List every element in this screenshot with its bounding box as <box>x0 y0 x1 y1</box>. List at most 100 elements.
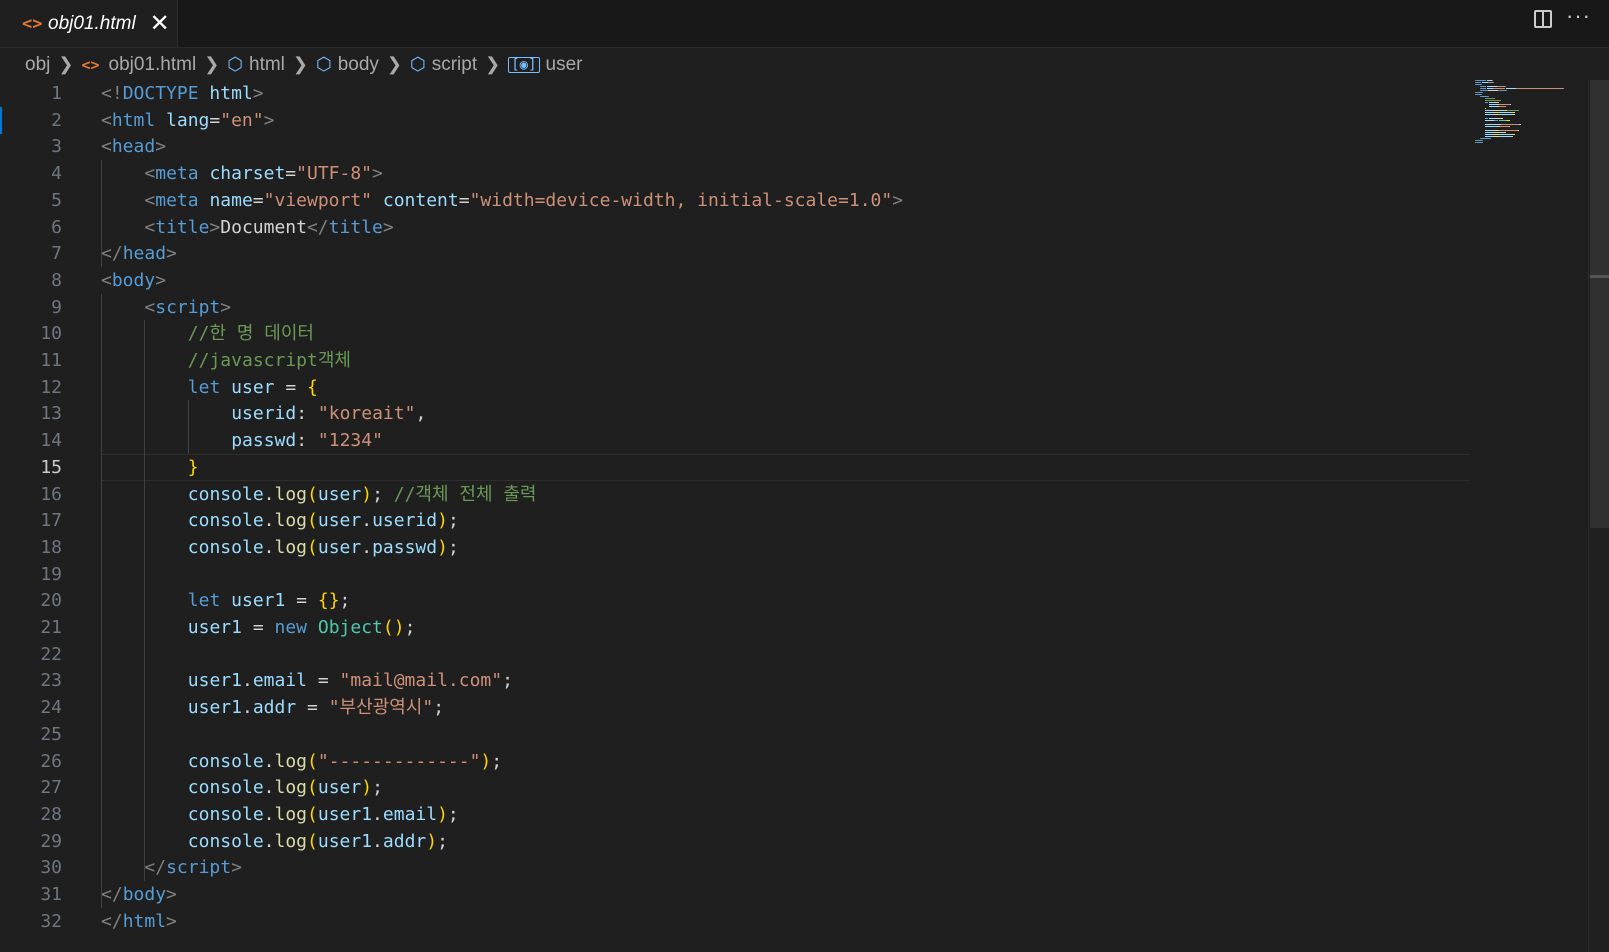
code-text: user1.addr = "부산광역시"; <box>188 694 444 721</box>
line-number: 20 <box>40 590 62 612</box>
code-line[interactable]: 17 console.log(user.userid); <box>0 507 1470 534</box>
code-token: console <box>187 777 264 799</box>
code-line[interactable]: 25 <box>0 721 1470 748</box>
minimap-line <box>1499 120 1507 121</box>
code-line[interactable]: 13 userid: "koreait", <box>0 400 1470 427</box>
vertical-scrollbar[interactable] <box>1588 80 1609 952</box>
code-token: = <box>241 617 275 638</box>
code-line[interactable]: 30 </script> <box>0 854 1470 881</box>
code-token: "UTF-8" <box>296 163 372 185</box>
code-line[interactable]: 31 </body> <box>0 881 1470 908</box>
code-token: charset <box>209 163 286 185</box>
code-token: > <box>166 910 177 932</box>
breadcrumb-item-folder[interactable]: obj <box>25 54 50 76</box>
code-token: < <box>144 296 156 318</box>
code-line[interactable]: 2 <html lang="en"> <box>0 107 1470 134</box>
code-line[interactable]: 23 user1.email = "mail@mail.com"; <box>0 667 1470 694</box>
code-text: <meta charset="UTF-8"> <box>144 160 382 187</box>
indent-guide <box>101 160 102 267</box>
code-token: "width=device-width, initial-scale=1.0" <box>469 189 893 211</box>
editor-actions: ··· <box>1534 5 1591 28</box>
code-token: user <box>317 510 362 532</box>
breadcrumb-item-body[interactable]: ⬡ body <box>316 54 379 76</box>
code-token: ; <box>339 590 351 612</box>
code-line[interactable]: 32 </html> <box>0 908 1470 935</box>
minimap-line <box>1481 96 1489 97</box>
breadcrumb-item-html[interactable]: ⬡ html <box>227 54 285 76</box>
code-token: : <box>296 403 318 425</box>
breadcrumb: obj ❯ <> obj01.html ❯ ⬡ html ❯ ⬡ body ❯ ⬡ sc… <box>0 48 1609 81</box>
code-line[interactable]: 22 <box>0 641 1470 668</box>
code-token: . <box>263 536 275 558</box>
code-token: < <box>144 163 156 185</box>
minimap-line <box>1499 104 1510 105</box>
more-actions-icon[interactable]: ··· <box>1566 5 1591 27</box>
code-text: </script> <box>144 854 242 881</box>
minimap-line <box>1519 124 1521 125</box>
scrollbar-cursor-marker <box>1590 275 1609 278</box>
minimap-line <box>1505 114 1513 115</box>
breadcrumb-item-file[interactable]: <> obj01.html <box>81 54 196 76</box>
line-number: 21 <box>40 617 62 638</box>
line-number: 27 <box>40 777 62 799</box>
minimap-line <box>1484 136 1493 137</box>
scrollbar-thumb[interactable] <box>1590 80 1609 528</box>
code-token: <! <box>101 83 123 104</box>
code-line[interactable]: 14 passwd: "1234" <box>0 427 1470 454</box>
code-line[interactable]: 4 <meta charset="UTF-8"> <box>0 160 1470 187</box>
code-line[interactable]: 20 let user1 = {}; <box>0 587 1470 614</box>
code-line[interactable]: 12 let user = { <box>0 374 1470 401</box>
code-line[interactable]: 18 console.log(user.passwd); <box>0 534 1470 561</box>
code-line[interactable]: 7 </head> <box>0 240 1470 267</box>
minimap-line <box>1506 88 1515 89</box>
tab-title[interactable]: obj01.html <box>48 13 136 35</box>
code-line[interactable]: 6 <title>Document</title> <box>0 214 1470 241</box>
code-line[interactable]: 10 //한 명 데이터 <box>0 320 1470 347</box>
code-token: html <box>122 910 167 932</box>
code-line[interactable]: 5 <meta name="viewport" content="width=de… <box>0 187 1470 214</box>
line-number: 19 <box>40 563 62 585</box>
code-line[interactable]: 3 <head> <box>0 133 1470 160</box>
minimap-line <box>1477 80 1486 81</box>
minimap[interactable] <box>1475 80 1564 160</box>
code-line[interactable]: 24 user1.addr = "부산광역시"; <box>0 694 1470 721</box>
line-number: 24 <box>40 697 62 719</box>
breadcrumb-item-script[interactable]: ⬡ script <box>410 54 477 76</box>
breadcrumb-item-user[interactable]: [◉] user <box>508 54 583 76</box>
code-line[interactable]: 9 <script> <box>0 294 1470 321</box>
code-line[interactable]: 16 console.log(user); //객체 전체 출력 <box>0 481 1470 508</box>
code-token: ) <box>361 483 373 505</box>
editor-tab[interactable]: <> obj01.html ✕ <box>0 0 178 47</box>
code-text: </body> <box>101 881 177 908</box>
code-token: } <box>187 456 199 478</box>
code-line[interactable]: 27 console.log(user); <box>0 774 1470 801</box>
code-line[interactable]: 1 <!DOCTYPE html> <box>0 80 1470 107</box>
chevron-right-icon: ❯ <box>58 54 74 74</box>
code-token: head <box>111 136 156 158</box>
code-line[interactable]: 11 //javascript객체 <box>0 347 1470 374</box>
code-line[interactable]: 26 console.log("-------------"); <box>0 748 1470 775</box>
code-token: meta <box>155 163 199 185</box>
code-text: console.log(user1.addr); <box>188 828 448 855</box>
minimap-line <box>1481 86 1486 87</box>
code-line[interactable]: 8 <body> <box>0 267 1470 294</box>
close-icon[interactable]: ✕ <box>150 11 170 36</box>
code-token: ; <box>502 670 513 692</box>
code-text: } <box>188 454 199 481</box>
code-token: > <box>382 216 394 238</box>
code-token: > <box>892 189 904 211</box>
code-line[interactable]: 29 console.log(user1.addr); <box>0 828 1470 855</box>
code-line[interactable]: 21 user1 = new Object(); <box>0 614 1470 641</box>
minimap-line <box>1501 124 1520 125</box>
code-token: content <box>382 189 459 211</box>
code-editor[interactable]: 1 <!DOCTYPE html> 2 <html lang="en"> 3 <head>… <box>0 80 1580 952</box>
code-token: meta <box>155 189 199 211</box>
minimap-line <box>1489 106 1497 107</box>
split-editor-icon[interactable] <box>1534 10 1553 28</box>
code-token: . <box>263 483 275 505</box>
code-line[interactable]: 28 console.log(user1.email); <box>0 801 1470 828</box>
minimap-line <box>1482 140 1484 141</box>
code-line[interactable]: 19 <box>0 561 1470 588</box>
code-line[interactable]: 15} <box>0 453 1470 481</box>
